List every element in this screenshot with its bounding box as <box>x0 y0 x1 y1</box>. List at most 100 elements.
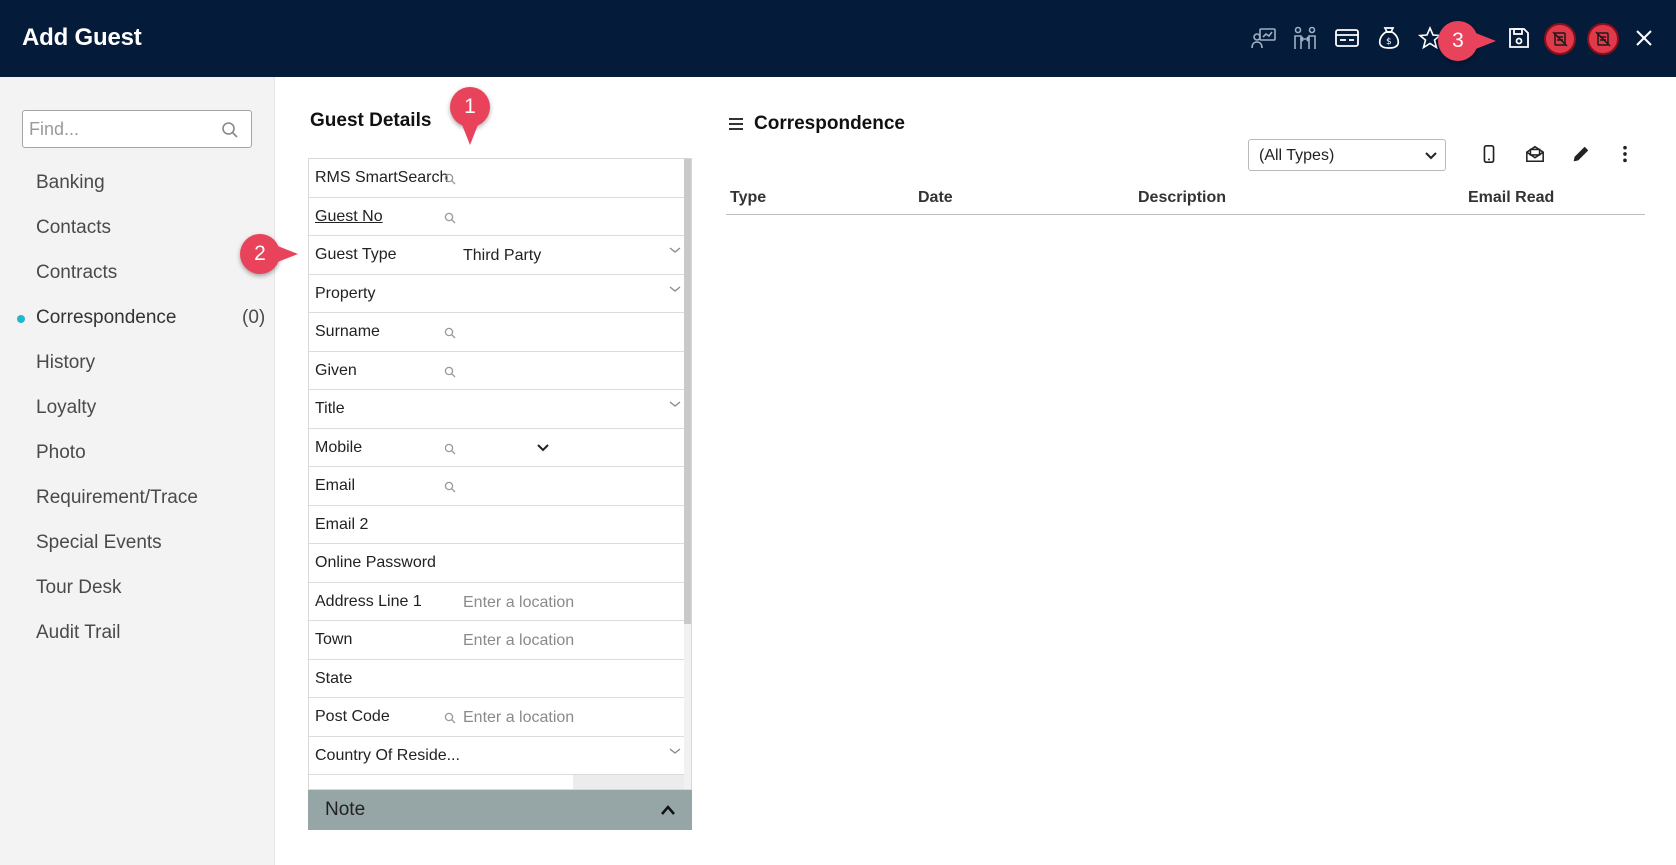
field-country-of-residence[interactable]: Country Of Reside... <box>309 737 684 775</box>
sidebar-item-banking[interactable]: Banking <box>36 172 105 194</box>
sidebar-item-special-events[interactable]: Special Events <box>36 532 162 554</box>
marker-number: 1 <box>464 95 476 118</box>
mail-open-icon[interactable] <box>1524 143 1546 165</box>
scrollbar-track[interactable] <box>684 624 691 789</box>
chevron-down-icon[interactable] <box>668 245 682 255</box>
correspondence-title: Correspondence <box>754 113 905 134</box>
column-header-email-read[interactable]: Email Read <box>1468 189 1554 207</box>
find-input[interactable] <box>29 118 219 140</box>
chevron-down-icon[interactable] <box>668 399 682 409</box>
field-guest-type[interactable]: Guest Type Third Party <box>309 236 684 275</box>
field-email[interactable]: Email <box>309 467 684 506</box>
field-label: Town <box>315 631 353 648</box>
money-bag-icon[interactable]: $ <box>1375 24 1403 52</box>
sidebar: Banking Contacts Contracts Correspondenc… <box>0 77 275 865</box>
marker-pointer <box>459 117 481 145</box>
marker-number: 2 <box>254 242 266 265</box>
active-indicator-dot <box>17 315 25 323</box>
field-label: Property <box>315 284 376 302</box>
sidebar-item-contacts[interactable]: Contacts <box>36 217 111 239</box>
close-icon[interactable] <box>1630 24 1658 52</box>
field-label: Title <box>315 400 345 417</box>
callout-marker-3: 3 <box>1438 21 1496 61</box>
field-post-code[interactable]: Post Code Enter a location <box>309 698 684 737</box>
chevron-down-icon[interactable] <box>668 746 682 756</box>
sidebar-item-history[interactable]: History <box>36 352 95 374</box>
header-bar: Add Guest $ <box>0 0 1676 77</box>
note-panel-header[interactable]: Note <box>308 790 692 830</box>
town-placeholder[interactable]: Enter a location <box>463 632 574 650</box>
sidebar-item-photo[interactable]: Photo <box>36 442 86 464</box>
field-partial-row <box>309 775 684 789</box>
more-options-icon[interactable] <box>1614 143 1636 165</box>
type-filter-value: (All Types) <box>1259 147 1335 164</box>
sidebar-item-tour-desk[interactable]: Tour Desk <box>36 577 122 599</box>
search-icon[interactable] <box>444 481 456 493</box>
search-icon[interactable] <box>444 366 456 378</box>
field-label: Online Password <box>315 554 436 571</box>
scrollbar-thumb[interactable] <box>684 159 691 624</box>
find-box[interactable] <box>22 110 252 148</box>
post-code-placeholder[interactable]: Enter a location <box>463 709 574 727</box>
presentation-chart-icon[interactable] <box>1250 24 1278 52</box>
hamburger-menu-icon[interactable] <box>728 117 744 131</box>
field-address-line-1[interactable]: Address Line 1 Enter a location <box>309 583 684 621</box>
chevron-down-icon[interactable] <box>668 284 682 294</box>
column-header-type[interactable]: Type <box>730 189 766 207</box>
sidebar-item-audit-trail[interactable]: Audit Trail <box>36 622 120 644</box>
field-guest-no[interactable]: Guest No <box>309 198 684 236</box>
address-placeholder[interactable]: Enter a location <box>463 594 574 612</box>
id-card-icon[interactable] <box>1333 24 1361 52</box>
marker-pointer <box>1468 30 1496 52</box>
field-label: Post Code <box>315 708 390 725</box>
field-label: Mobile <box>315 438 363 456</box>
field-town[interactable]: Town Enter a location <box>309 621 684 660</box>
guest-details-title: Guest Details <box>310 110 432 131</box>
callout-marker-2: 2 <box>240 234 298 274</box>
search-icon[interactable] <box>444 173 456 185</box>
pencil-icon[interactable] <box>1570 143 1592 165</box>
field-online-password[interactable]: Online Password <box>309 544 684 583</box>
search-icon[interactable] <box>444 327 456 339</box>
no-document-icon[interactable] <box>1544 23 1576 55</box>
correspondence-count: (0) <box>242 307 266 328</box>
field-label: Address Line 1 <box>315 592 422 610</box>
chevron-up-icon[interactable] <box>660 804 676 816</box>
page-title: Add Guest <box>22 24 142 51</box>
field-label: Email 2 <box>315 515 369 533</box>
table-header-divider <box>726 214 1645 215</box>
column-header-date[interactable]: Date <box>918 189 953 207</box>
field-label: RMS SmartSearch <box>315 169 449 186</box>
search-icon[interactable] <box>221 121 239 139</box>
search-icon[interactable] <box>444 712 456 724</box>
sidebar-item-requirement-trace[interactable]: Requirement/Trace <box>36 487 198 509</box>
people-link-icon[interactable] <box>1291 24 1319 52</box>
search-icon[interactable] <box>444 212 456 224</box>
field-label: State <box>315 669 353 687</box>
field-mobile[interactable]: Mobile <box>309 429 684 467</box>
partial-field-shade <box>573 775 684 789</box>
mobile-phone-icon[interactable] <box>1478 143 1500 165</box>
field-label[interactable]: Guest No <box>315 208 383 226</box>
chevron-down-icon <box>1425 152 1437 160</box>
country-code-chevron-icon[interactable] <box>536 443 550 453</box>
field-title[interactable]: Title <box>309 390 684 429</box>
sidebar-item-loyalty[interactable]: Loyalty <box>36 397 96 419</box>
field-state[interactable]: State <box>309 660 684 698</box>
sidebar-item-correspondence[interactable]: Correspondence <box>36 307 176 329</box>
field-email-2[interactable]: Email 2 <box>309 506 684 544</box>
marker-number: 3 <box>1452 29 1464 52</box>
type-filter-select[interactable]: (All Types) <box>1248 139 1446 171</box>
field-surname[interactable]: Surname <box>309 313 684 352</box>
search-icon[interactable] <box>444 443 456 455</box>
save-icon[interactable] <box>1505 24 1533 52</box>
no-document-alt-icon[interactable] <box>1587 23 1619 55</box>
column-header-description[interactable]: Description <box>1138 189 1226 207</box>
field-rms-smartsearch[interactable]: RMS SmartSearch <box>309 159 684 198</box>
field-given[interactable]: Given <box>309 352 684 390</box>
guest-type-value[interactable]: Third Party <box>463 247 541 265</box>
field-label: Country Of Reside... <box>315 746 460 764</box>
sidebar-item-contracts[interactable]: Contracts <box>36 262 117 284</box>
field-label: Guest Type <box>315 246 397 263</box>
field-property[interactable]: Property <box>309 275 684 313</box>
